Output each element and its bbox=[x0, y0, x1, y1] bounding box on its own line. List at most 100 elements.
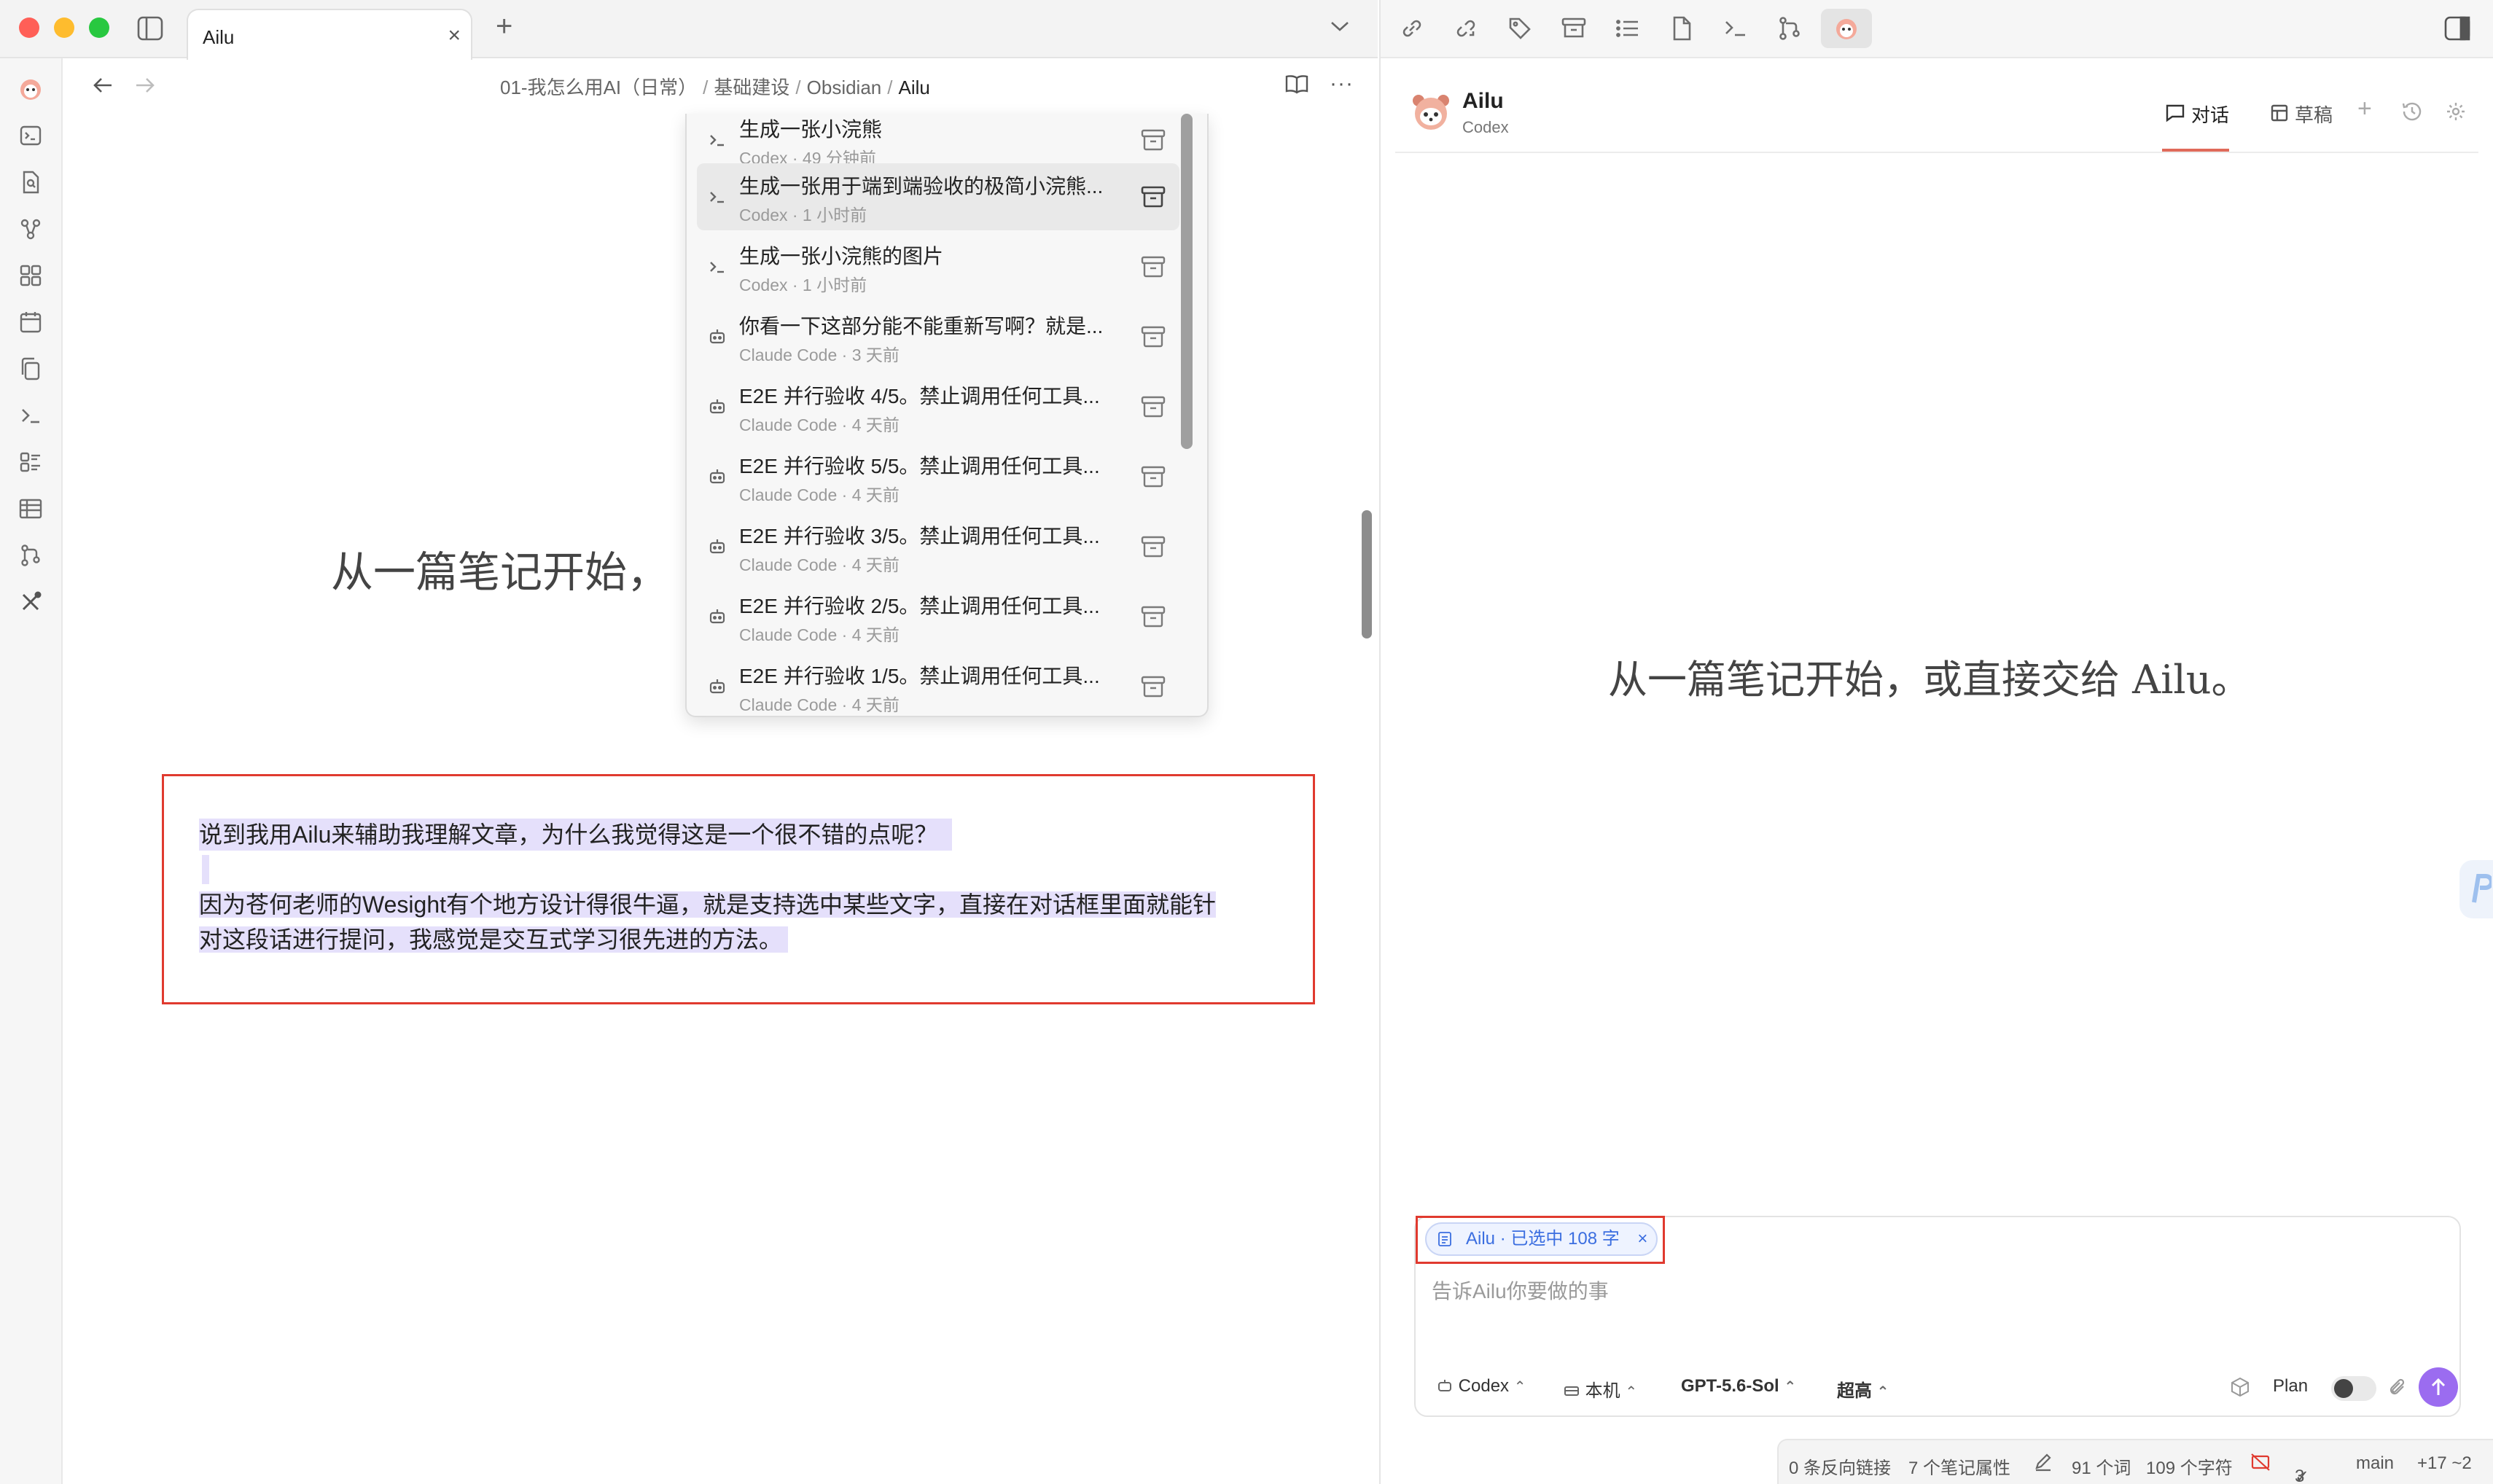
table-icon[interactable] bbox=[17, 496, 44, 522]
ailu-logo-icon[interactable] bbox=[17, 76, 44, 102]
breadcrumb-item[interactable]: 01-我怎么用AI（日常） bbox=[500, 77, 697, 98]
session-title: 你看一下这部分能不能重新写啊？就是... bbox=[739, 315, 1104, 337]
git-diff-count[interactable]: +17 ~2 bbox=[2417, 1453, 2472, 1474]
selected-empty-line bbox=[202, 855, 209, 884]
selected-note-frame: 说到我用Ailu来辅助我理解文章，为什么我觉得这是一个很不错的点呢？ 因为苍何老… bbox=[162, 774, 1315, 1004]
session-title: 生成一张小浣熊的图片 bbox=[739, 245, 944, 267]
bot-icon bbox=[707, 536, 727, 557]
breadcrumb: 01-我怎么用AI（日常） / 基础建设 / Obsidian / Ailu bbox=[500, 77, 930, 98]
terminal-icon bbox=[707, 187, 727, 207]
reading-view-icon[interactable] bbox=[1284, 73, 1309, 95]
archive-icon[interactable] bbox=[1139, 182, 1168, 211]
sidebar-toggle-icon[interactable] bbox=[137, 16, 163, 41]
side-toolbar bbox=[1381, 0, 2493, 58]
calendar-icon[interactable] bbox=[17, 309, 44, 335]
zoom-window-button[interactable] bbox=[89, 17, 109, 38]
selected-text-line[interactable]: 说到我用Ailu来辅助我理解文章，为什么我觉得这是一个很不错的点呢？ bbox=[199, 819, 953, 851]
session-item[interactable]: E2E 并行验收 4/5。禁止调用任何工具... Claude Code · 4… bbox=[697, 373, 1179, 440]
selected-text-line[interactable]: 因为苍何老师的Wesight有个地方设计得很牛逼，就是支持选中某些文字，直接在对… bbox=[199, 891, 1217, 918]
plan-toggle[interactable] bbox=[2331, 1376, 2376, 1401]
history-icon[interactable] bbox=[2401, 101, 2423, 122]
list-blocks-icon[interactable] bbox=[17, 449, 44, 475]
terminal-box-icon[interactable] bbox=[17, 122, 44, 149]
ailu-panel-toggle[interactable] bbox=[1821, 9, 1872, 48]
right-sidebar-toggle-icon[interactable] bbox=[2443, 15, 2471, 42]
outline-list-icon[interactable] bbox=[1614, 15, 1642, 42]
chat-input[interactable]: 告诉Ailu你要做的事 bbox=[1432, 1276, 1609, 1305]
session-item[interactable]: 你看一下这部分能不能重新写啊？就是... Claude Code · 3 天前 bbox=[697, 303, 1179, 370]
file-icon[interactable] bbox=[1668, 15, 1696, 42]
minimize-window-button[interactable] bbox=[54, 17, 74, 38]
environment-selector[interactable]: 本机 ⌃ bbox=[1563, 1376, 1637, 1402]
edit-pencil-icon[interactable] bbox=[2032, 1450, 2054, 1472]
terminal-icon[interactable] bbox=[1722, 15, 1749, 42]
editor-scrollbar[interactable] bbox=[1362, 510, 1372, 638]
git-branch-icon[interactable] bbox=[1776, 15, 1803, 42]
selected-text-line[interactable]: 对这段话进行提问，我感觉是交互式学习很先进的方法。 bbox=[199, 926, 789, 953]
session-meta: Claude Code · 4 天前 bbox=[739, 625, 900, 644]
session-meta: Claude Code · 4 天前 bbox=[739, 485, 900, 504]
archive-icon[interactable] bbox=[1139, 322, 1168, 351]
back-arrow-icon[interactable] bbox=[92, 76, 114, 95]
note-properties-count[interactable]: 7 个笔记属性 bbox=[1908, 1453, 2010, 1479]
settings-gear-icon[interactable] bbox=[2445, 101, 2467, 122]
archive-icon[interactable] bbox=[1139, 462, 1168, 491]
copy-icon[interactable] bbox=[17, 356, 44, 382]
archive-icon[interactable] bbox=[1139, 672, 1168, 701]
search-file-icon[interactable] bbox=[17, 169, 44, 195]
session-item[interactable]: 生成一张用于端到端验收的极简小浣熊... Codex · 1 小时前 bbox=[697, 163, 1179, 230]
remove-chip-icon[interactable]: × bbox=[1637, 1229, 1647, 1249]
graph-icon[interactable] bbox=[17, 216, 44, 242]
terminal-icon[interactable] bbox=[17, 402, 44, 429]
send-button[interactable] bbox=[2419, 1367, 2458, 1407]
archive-icon[interactable] bbox=[1139, 532, 1168, 561]
canvas-grid-icon[interactable] bbox=[17, 262, 44, 289]
dropdown-scrollbar[interactable] bbox=[1181, 114, 1193, 449]
char-count: 109 个字符 bbox=[2146, 1458, 2233, 1478]
session-title: 生成一张用于端到端验收的极简小浣熊... bbox=[739, 175, 1104, 198]
session-item[interactable]: E2E 并行验收 2/5。禁止调用任何工具... Claude Code · 4… bbox=[697, 583, 1179, 650]
archive-icon[interactable] bbox=[1560, 15, 1588, 42]
archive-icon[interactable] bbox=[1139, 125, 1168, 155]
session-item[interactable]: E2E 并行验收 5/5。禁止调用任何工具... Claude Code · 4… bbox=[697, 443, 1179, 510]
effort-selector[interactable]: 超高 ⌃ bbox=[1837, 1376, 1889, 1402]
sync-off-icon[interactable] bbox=[2250, 1452, 2271, 1472]
selection-context-chip[interactable]: Ailu · 已选中 108 字 × bbox=[1425, 1222, 1658, 1256]
tab-ailu[interactable]: Ailu × bbox=[187, 9, 472, 60]
attach-paperclip-icon[interactable] bbox=[2387, 1376, 2408, 1399]
tab-list-chevron-icon[interactable] bbox=[1330, 19, 1350, 34]
backlinks-count[interactable]: 0 条反向链接 bbox=[1789, 1453, 1891, 1479]
session-item[interactable]: E2E 并行验收 3/5。禁止调用任何工具... Claude Code · 4… bbox=[697, 513, 1179, 580]
git-branch-label[interactable]: main bbox=[2356, 1453, 2394, 1474]
bot-icon bbox=[707, 466, 727, 487]
tools-icon[interactable] bbox=[17, 589, 44, 615]
git-branch-icon[interactable] bbox=[17, 542, 44, 569]
close-tab-icon[interactable]: × bbox=[448, 25, 461, 47]
ailu-side-panel: Ailu Codex 对话 草稿 + 从一篇笔记开始，或直接交给 Ailu。 A… bbox=[1379, 0, 2493, 1484]
agent-selector[interactable]: Codex ⌃ bbox=[1436, 1376, 1526, 1397]
cube-icon[interactable] bbox=[2229, 1376, 2251, 1398]
tag-icon[interactable] bbox=[1506, 15, 1534, 42]
new-chat-icon[interactable]: + bbox=[2357, 96, 2372, 121]
breadcrumb-item[interactable]: Obsidian bbox=[807, 77, 882, 98]
breadcrumb-item[interactable]: 基础建设 bbox=[714, 77, 789, 98]
archive-icon[interactable] bbox=[1139, 602, 1168, 631]
breadcrumb-current[interactable]: Ailu bbox=[899, 77, 930, 98]
session-item[interactable]: 生成一张小浣熊的图片 Codex · 1 小时前 bbox=[697, 233, 1179, 300]
view-header: 01-我怎么用AI（日常） / 基础建设 / Obsidian / Ailu ··· bbox=[63, 58, 1378, 114]
close-window-button[interactable] bbox=[19, 17, 39, 38]
forward-arrow-icon[interactable] bbox=[134, 76, 156, 95]
more-options-icon[interactable]: ··· bbox=[1330, 71, 1354, 96]
link-icon[interactable] bbox=[1398, 15, 1426, 42]
archive-icon[interactable] bbox=[1139, 392, 1168, 421]
session-item[interactable]: E2E 并行验收 1/5。禁止调用任何工具... Claude Code · 4… bbox=[697, 653, 1179, 716]
session-title: E2E 并行验收 4/5。禁止调用任何工具... bbox=[739, 385, 1100, 407]
new-tab-icon[interactable]: + bbox=[496, 12, 512, 41]
floating-edge-button[interactable] bbox=[2459, 860, 2493, 918]
outgoing-link-icon[interactable] bbox=[1452, 15, 1480, 42]
archive-icon[interactable] bbox=[1139, 252, 1168, 281]
tab-dialog-label: 对话 bbox=[2191, 104, 2230, 126]
model-selector-label: GPT-5.6-Sol bbox=[1681, 1376, 1779, 1396]
model-selector[interactable]: GPT-5.6-Sol ⌃ bbox=[1681, 1376, 1796, 1397]
terminal-icon bbox=[707, 130, 727, 150]
